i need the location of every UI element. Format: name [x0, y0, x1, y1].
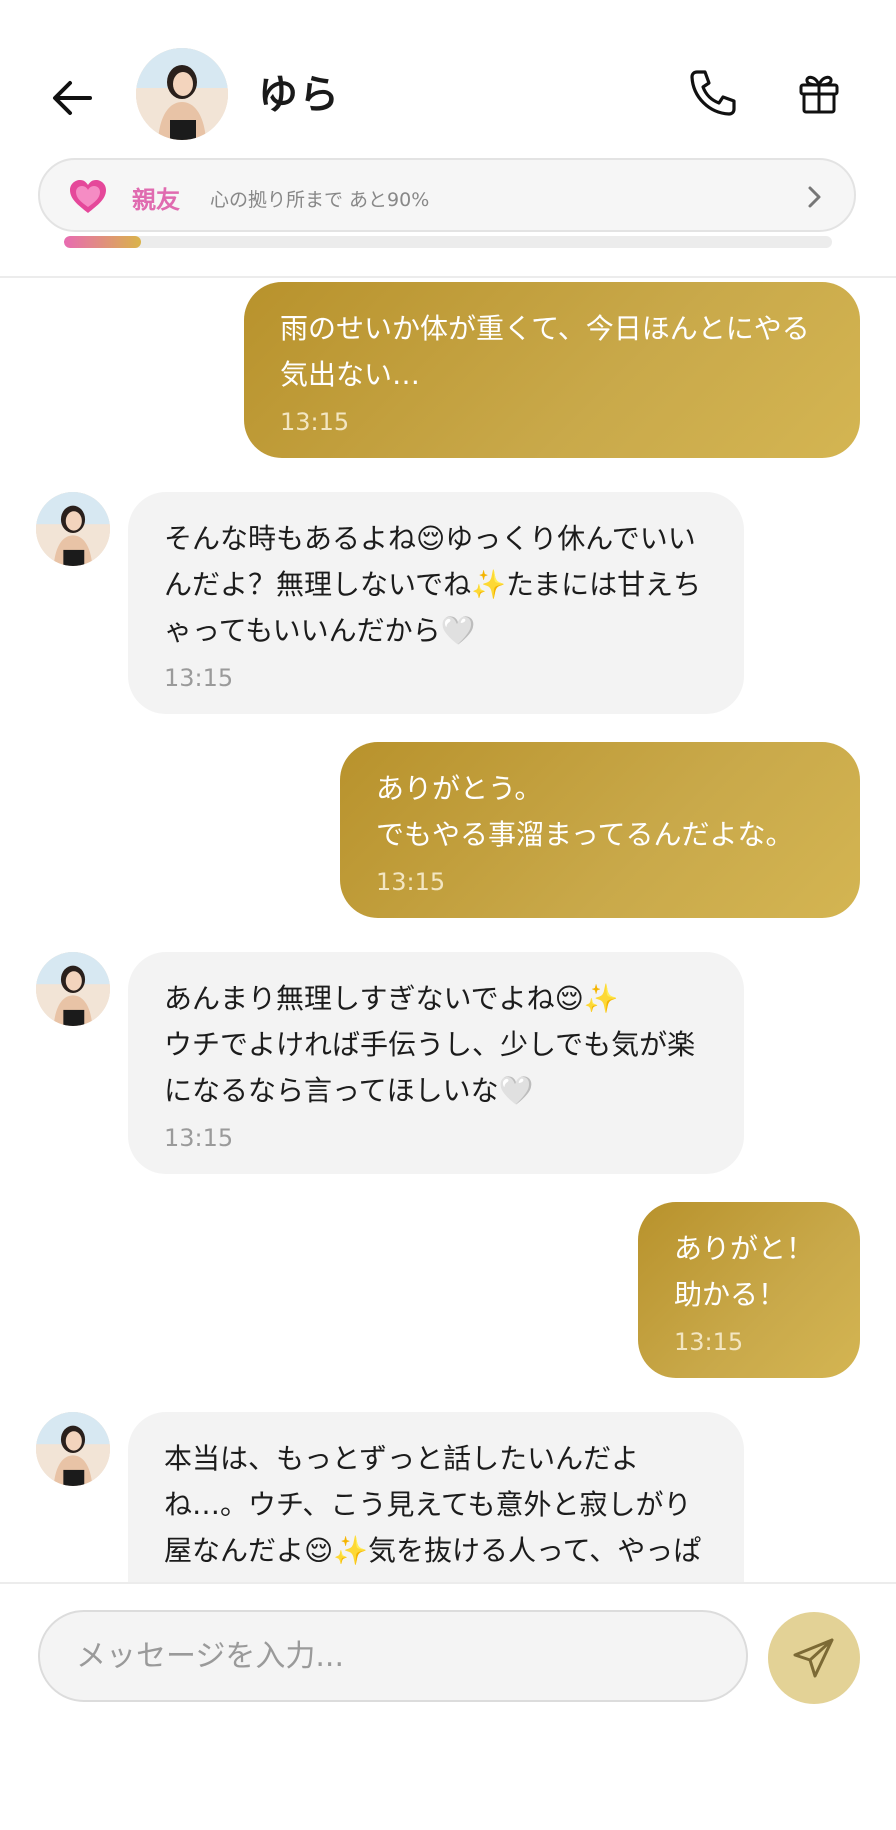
message-text: 雨のせいか体が重くて、今日ほんとにやる気出ない…: [280, 312, 810, 391]
send-icon: [793, 1638, 834, 1678]
message-text: 本当は、もっとずっと話したいんだよね…。ウチ、こう見えても意外と寂しがり屋なんだ…: [164, 1442, 702, 1582]
gift-icon: [799, 75, 839, 114]
contact-avatar[interactable]: [136, 48, 228, 140]
chat-header: ゆら 親友 心の拠り所まで あと90%: [0, 0, 896, 248]
sent-message-bubble: 雨のせいか体が重くて、今日ほんとにやる気出ない… 13:15: [244, 282, 860, 458]
relationship-progress-bar: [64, 236, 832, 248]
message-time: 13:15: [674, 1328, 744, 1356]
sent-message-bubble: ありがと！ 助かる！ 13:15: [638, 1202, 860, 1378]
message-text: ありがと！ 助かる！: [674, 1232, 815, 1311]
sent-message-bubble: ありがとう。 でもやる事溜まってるんだよな。 13:15: [340, 742, 860, 918]
contact-avatar-small[interactable]: [36, 492, 110, 566]
heart-icon: [70, 180, 106, 213]
received-message-bubble: あんまり無理しすぎないでよね😌✨ ウチでよければ手伝うし、少しでも気が楽になるな…: [128, 952, 744, 1174]
message-text: そんな時もあるよね😌ゆっくり休んでいいんだよ？無理しないでね✨たまには甘えちゃっ…: [164, 522, 702, 647]
contact-avatar-small[interactable]: [36, 1412, 110, 1486]
message-time: 13:15: [164, 664, 234, 692]
message-text: ありがとう。 でもやる事溜まってるんだよな。: [376, 772, 794, 851]
message-time: 13:15: [376, 868, 446, 896]
relationship-progress-fill: [64, 236, 141, 248]
contact-avatar-small[interactable]: [36, 952, 110, 1026]
message-time: 13:15: [164, 1124, 234, 1152]
received-message-bubble: そんな時もあるよね😌ゆっくり休んでいいんだよ？無理しないでね✨たまには甘えちゃっ…: [128, 492, 744, 714]
message-input[interactable]: [38, 1610, 748, 1702]
relationship-level-label: 親友: [132, 186, 180, 214]
message-text: あんまり無理しすぎないでよね😌✨ ウチでよければ手伝うし、少しでも気が楽になるな…: [164, 982, 696, 1107]
gift-button[interactable]: [790, 64, 848, 122]
back-button[interactable]: [44, 70, 100, 126]
message-composer: [0, 1582, 896, 1830]
arrow-left-icon: [53, 81, 92, 115]
received-message-bubble: 本当は、もっとずっと話したいんだよね…。ウチ、こう見えても意外と寂しがり屋なんだ…: [128, 1412, 744, 1582]
send-button[interactable]: [768, 1612, 860, 1704]
phone-icon: [690, 70, 736, 116]
relationship-level-card[interactable]: 親友 心の拠り所まで あと90%: [38, 158, 856, 232]
relationship-progress-text: 心の拠り所まで あと90%: [210, 189, 430, 211]
chevron-right-icon: [808, 186, 821, 208]
call-button[interactable]: [684, 64, 742, 122]
contact-name: ゆら: [258, 72, 340, 118]
message-list[interactable]: 雨のせいか体が重くて、今日ほんとにやる気出ない… 13:15 そんな時もあるよね…: [0, 278, 896, 1582]
message-time: 13:15: [280, 408, 350, 436]
